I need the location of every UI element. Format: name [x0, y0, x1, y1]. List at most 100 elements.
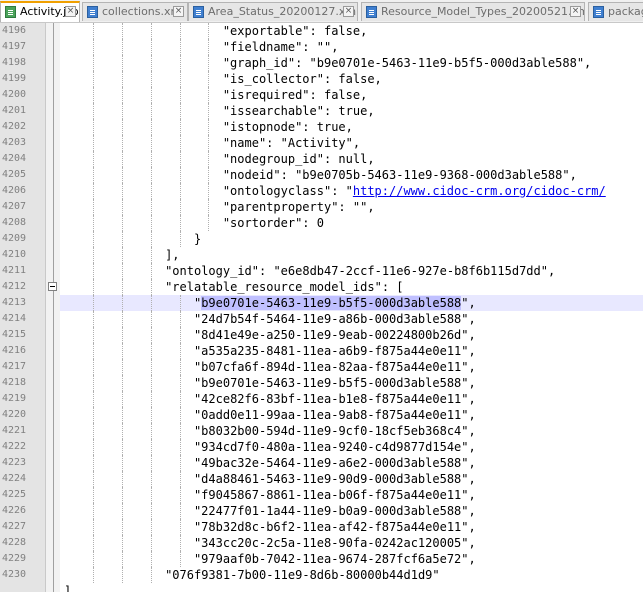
indent-guide — [179, 167, 182, 183]
line-number: 4200 — [2, 89, 27, 100]
code-line[interactable]: 4200 "isrequired": false, — [2, 87, 643, 103]
code-line[interactable]: 4204 "nodegroup_id": null, — [2, 151, 643, 167]
indent-guide — [92, 407, 95, 423]
code-line[interactable]: 4201 "issearchable": true, — [2, 103, 643, 119]
code-line[interactable]: 4199 "is_collector": false, — [2, 71, 643, 87]
close-tab-icon[interactable]: × — [570, 6, 581, 17]
indent-guide — [150, 103, 153, 119]
indent-guide — [208, 87, 210, 103]
close-tab-icon[interactable]: × — [173, 6, 184, 17]
indent-guide — [179, 135, 182, 151]
indent-guide — [92, 487, 95, 503]
indent-guide — [92, 231, 95, 247]
code-text: "b9e0701e-5463-11e9-b5f5-000d3able588", — [194, 295, 476, 311]
code-text: "parentproperty": "", — [222, 200, 375, 214]
indent-guide — [150, 407, 153, 423]
line-number: 4211 — [2, 265, 27, 276]
code-line[interactable]: 4196 "exportable": false, — [2, 23, 643, 39]
code-text: "24d7b54f-5464-11e9-a86b-000d3able588", — [193, 312, 476, 326]
selected-text[interactable]: b9e0701e-5463-11e9-b5f5-000d3able588 — [201, 296, 462, 310]
indent-guide — [121, 375, 124, 391]
code-line[interactable]: 4213 "b9e0701e-5463-11e9-b5f5-000d3able58… — [2, 295, 643, 311]
indent-guide — [179, 87, 182, 103]
code-text: ], — [64, 584, 79, 592]
indent-guide — [150, 375, 153, 391]
indent-guide — [121, 471, 124, 487]
code-line[interactable]: 4205 "nodeid": "b9e0705b-5463-11e9-9368-0… — [2, 167, 643, 183]
code-line[interactable]: 4230 "076f9381-7b00-11e9-8d6b-80000b44d1d… — [2, 567, 643, 583]
code-line[interactable]: 4219 "42ce82f6-83bf-11ea-b1e8-f875a44e0e1… — [2, 391, 643, 407]
indent-guide — [92, 103, 95, 119]
code-line[interactable]: 4209} — [2, 231, 643, 247]
indent-guide — [150, 183, 153, 199]
code-line[interactable]: 4210], — [2, 247, 643, 263]
indent-guide — [150, 23, 153, 39]
indent-guide — [92, 119, 95, 135]
indent-guide — [150, 199, 153, 215]
code-line[interactable]: 4215 "8d41e49e-a250-11e9-9eab-00224800b26… — [2, 327, 643, 343]
code-line[interactable]: 4220 "0add0e11-99aa-11ea-9ab8-f875a44e0e1… — [2, 407, 643, 423]
indent-guide — [121, 55, 124, 71]
indent-guide — [121, 71, 124, 87]
tab-3[interactable]: Resource_Model_Types_20200521.xml × — [361, 2, 585, 21]
indent-guide — [121, 519, 124, 535]
code-line[interactable]: 4226 "22477f01-1a44-11e9-b0a9-000d3able58… — [2, 503, 643, 519]
code-line[interactable]: 4197 "fieldname": "", — [2, 39, 643, 55]
indent-guide — [92, 391, 95, 407]
code-line[interactable]: 4211 "ontology_id": "e6e8db47-2ccf-11e6-9… — [2, 263, 643, 279]
indent-guide — [121, 23, 124, 39]
code-line[interactable]: 4227 "78b32d8c-b6f2-11ea-af42-f875a44e0e1… — [2, 519, 643, 535]
code-text: "49bac32e-5464-11e9-a6e2-000d3able588", — [193, 456, 476, 470]
code-text: "8d41e49e-a250-11e9-9eab-00224800b26d", — [193, 328, 476, 342]
code-line[interactable]: 4229 "979aaf0b-7042-11ea-9674-287fcf6a5e7… — [2, 551, 643, 567]
fold-collapse-icon[interactable] — [48, 282, 57, 291]
code-line[interactable]: 4214 "24d7b54f-5464-11e9-a86b-000d3able58… — [2, 311, 643, 327]
indent-guide — [179, 39, 182, 55]
close-tab-icon[interactable]: × — [65, 6, 76, 17]
tab-4[interactable]: package — [588, 2, 643, 21]
indent-guide — [179, 487, 182, 503]
code-line[interactable]: 4225 "f9045867-8861-11ea-b06f-f875a44e0e1… — [2, 487, 643, 503]
code-text: "78b32d8c-b6f2-11ea-af42-f875a44e0e11", — [193, 520, 476, 534]
code-text: "b07cfa6f-894d-11ea-82aa-f875a44e0e11", — [193, 360, 476, 374]
code-line[interactable]: 4208 "sortorder": 0 — [2, 215, 643, 231]
code-line[interactable]: 4223 "49bac32e-5464-11e9-a6e2-000d3able58… — [2, 455, 643, 471]
code-editor[interactable]: 4196 "exportable": false, 4197 "fieldname":… — [0, 23, 643, 592]
indent-guide — [92, 183, 95, 199]
code-area[interactable]: 4196 "exportable": false, 4197 "fieldname":… — [2, 23, 643, 592]
code-line[interactable]: 4202 "istopnode": true, — [2, 119, 643, 135]
code-line[interactable]: 4222 "934cd7f0-480a-11ea-9240-c4d9877d154… — [2, 439, 643, 455]
line-number: 4219 — [2, 393, 27, 404]
code-line[interactable]: 4212 "relatable_resource_model_ids": [ — [2, 279, 643, 295]
tab-1[interactable]: collections.xml × — [82, 2, 188, 21]
code-line[interactable]: 4228 "343cc20c-2c5a-11e8-90fa-0242ac12000… — [2, 535, 643, 551]
url-link[interactable]: http://www.cidoc-crm.org/cidoc-crm/ — [353, 184, 606, 198]
indent-guide — [150, 55, 153, 71]
code-line[interactable]: 4203 "name": "Activity", — [2, 135, 643, 151]
code-text: "f9045867-8861-11ea-b06f-f875a44e0e11", — [193, 488, 476, 502]
code-line[interactable]: 4218 "b9e0701e-5463-11e9-b5f5-000d3able58… — [2, 375, 643, 391]
indent-guide — [121, 183, 124, 199]
code-line[interactable]: 4198 "graph_id": "b9e0701e-5463-11e9-b5f5… — [2, 55, 643, 71]
tab-bar: Activity.json × collections.xml × Area_Statu… — [0, 0, 643, 23]
code-line[interactable]: 4221 "b8032b00-594d-11e9-9cf0-18cf5eb368c… — [2, 423, 643, 439]
indent-guide — [121, 119, 124, 135]
code-line[interactable]: 4207 "parentproperty": "", — [2, 199, 643, 215]
code-text-after: ", — [461, 296, 476, 310]
code-line[interactable]: 4217 "b07cfa6f-894d-11ea-82aa-f875a44e0e1… — [2, 359, 643, 375]
close-tab-icon[interactable]: × — [343, 6, 354, 17]
code-line[interactable]: 4206 "ontologyclass": "http://www.cidoc-c… — [2, 183, 643, 199]
code-text: "relatable_resource_model_ids": [ — [165, 280, 404, 294]
line-number: 4216 — [2, 345, 27, 356]
indent-guide — [179, 199, 182, 215]
line-number: 4229 — [2, 553, 27, 564]
file-icon — [593, 6, 604, 18]
code-line[interactable]: 4216 "a535a235-8481-11ea-a6b9-f875a44e0e1… — [2, 343, 643, 359]
line-number: 4206 — [2, 185, 27, 196]
code-line[interactable]: ], — [60, 583, 643, 592]
tab-2[interactable]: Area_Status_20200127.xml × — [188, 2, 358, 21]
tab-0[interactable]: Activity.json × — [0, 1, 80, 22]
indent-guide — [179, 439, 182, 455]
code-line[interactable]: 4224 "d4a88461-5463-11e9-90d9-000d3able58… — [2, 471, 643, 487]
indent-guide — [150, 71, 153, 87]
